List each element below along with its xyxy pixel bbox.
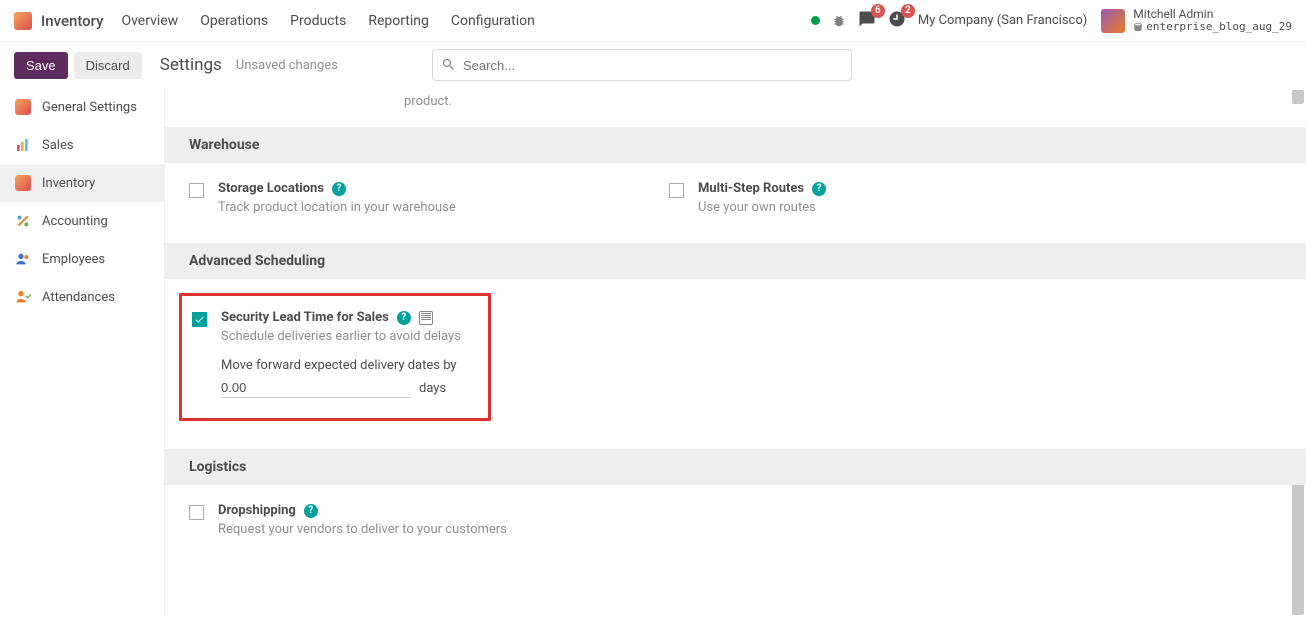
setting-security-lead-time: Security Lead Time for Sales ? Schedule …	[179, 293, 491, 421]
security-lead-time-desc: Schedule deliveries earlier to avoid del…	[221, 329, 468, 344]
top-nav: Inventory Overview Operations Products R…	[0, 0, 1306, 42]
chart-icon	[14, 136, 32, 154]
settings-sidebar: General Settings Sales Inventory Account…	[0, 88, 165, 617]
activities-button[interactable]: 2	[888, 10, 906, 32]
percent-icon	[14, 212, 32, 230]
company-selector[interactable]: My Company (San Francisco)	[918, 13, 1087, 28]
app-name[interactable]: Inventory	[41, 12, 103, 30]
security-lead-time-checkbox[interactable]	[192, 312, 207, 327]
menu-configuration[interactable]: Configuration	[451, 13, 535, 29]
people-icon	[14, 250, 32, 268]
save-button[interactable]: Save	[14, 52, 68, 79]
control-bar: Save Discard Settings Unsaved changes	[0, 42, 1306, 88]
box-icon	[14, 174, 32, 192]
page-title: Settings	[160, 55, 222, 75]
storage-locations-title: Storage Locations	[218, 181, 324, 196]
messaging-button[interactable]: 6	[858, 10, 876, 32]
dropshipping-checkbox[interactable]	[189, 505, 204, 520]
multistep-routes-checkbox[interactable]	[669, 183, 684, 198]
check-icon	[194, 314, 205, 325]
sidebar-item-inventory[interactable]: Inventory	[0, 164, 164, 202]
menu-reporting[interactable]: Reporting	[368, 13, 429, 29]
storage-locations-checkbox[interactable]	[189, 183, 204, 198]
sidebar-item-general[interactable]: General Settings	[0, 88, 164, 126]
dropshipping-title: Dropshipping	[218, 503, 296, 518]
setting-dropshipping: Dropshipping ? Request your vendors to d…	[189, 503, 609, 537]
menu-overview[interactable]: Overview	[121, 13, 178, 29]
sidebar-item-employees[interactable]: Employees	[0, 240, 164, 278]
section-logistics-header: Logistics	[165, 449, 1306, 485]
sidebar-item-accounting[interactable]: Accounting	[0, 202, 164, 240]
activities-badge: 2	[901, 4, 915, 18]
setting-multistep-routes: Multi-Step Routes ? Use your own routes	[669, 181, 1089, 215]
user-menu[interactable]: Mitchell Admin enterprise_blog_aug_29	[1133, 8, 1292, 33]
attendance-icon	[14, 288, 32, 306]
lead-time-unit: days	[419, 381, 446, 396]
settings-search[interactable]	[432, 49, 852, 81]
status-dot-icon	[811, 16, 820, 25]
help-icon[interactable]: ?	[304, 504, 318, 518]
lead-time-subfield-label: Move forward expected delivery dates by	[221, 358, 468, 373]
chat-badge: 6	[871, 4, 885, 18]
sidebar-item-attendances[interactable]: Attendances	[0, 278, 164, 316]
sidebar-item-sales[interactable]: Sales	[0, 126, 164, 164]
help-icon[interactable]: ?	[812, 182, 826, 196]
database-icon	[1133, 22, 1143, 32]
discard-button[interactable]: Discard	[74, 52, 142, 79]
section-scheduling-header: Advanced Scheduling	[165, 243, 1306, 279]
help-icon[interactable]: ?	[332, 182, 346, 196]
setting-storage-locations: Storage Locations ? Track product locati…	[189, 181, 609, 215]
database-name: enterprise_blog_aug_29	[1133, 21, 1292, 33]
menu-operations[interactable]: Operations	[200, 13, 268, 29]
multistep-routes-title: Multi-Step Routes	[698, 181, 804, 196]
multistep-routes-desc: Use your own routes	[698, 200, 1089, 215]
documentation-icon[interactable]	[419, 311, 433, 325]
section-warehouse-header: Warehouse	[165, 127, 1306, 163]
avatar[interactable]	[1101, 9, 1125, 33]
partial-desc: product.	[165, 88, 1306, 127]
settings-content: product. Warehouse Storage Locations ? T…	[165, 88, 1306, 617]
search-icon	[441, 57, 456, 72]
security-lead-time-title: Security Lead Time for Sales	[221, 310, 389, 325]
app-icon	[14, 12, 32, 30]
dropshipping-desc: Request your vendors to deliver to your …	[218, 522, 609, 537]
search-input[interactable]	[432, 49, 852, 81]
menu-products[interactable]: Products	[290, 13, 346, 29]
help-icon[interactable]: ?	[397, 311, 411, 325]
lead-time-days-input[interactable]	[221, 378, 411, 398]
gear-icon	[14, 98, 32, 116]
bug-icon[interactable]	[832, 14, 846, 28]
storage-locations-desc: Track product location in your warehouse	[218, 200, 609, 215]
unsaved-indicator: Unsaved changes	[236, 58, 338, 73]
